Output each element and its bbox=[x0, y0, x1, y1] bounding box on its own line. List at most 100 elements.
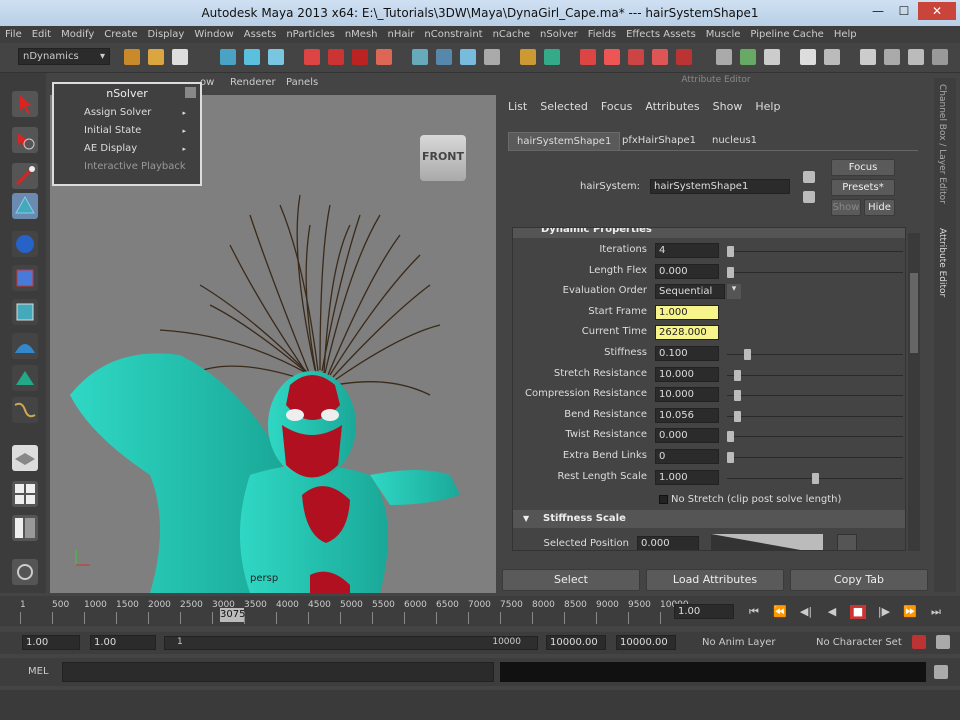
current-frame-field[interactable]: 1.00 bbox=[674, 604, 734, 619]
tab-nucleus1[interactable]: nucleus1 bbox=[704, 132, 765, 150]
time-slider[interactable]: 1 500 1000 1500 2000 2500 3000 3500 4000 4500 5000… bbox=[0, 596, 960, 626]
attr-slider-knob[interactable] bbox=[733, 390, 741, 402]
tool-settings-icon[interactable] bbox=[824, 49, 840, 65]
close-button[interactable]: ✕ bbox=[918, 2, 956, 20]
selected-position-field[interactable]: 0.000 bbox=[637, 536, 699, 550]
rotate-tool-icon[interactable] bbox=[12, 231, 38, 257]
menu-item-interactive-playback[interactable]: Interactive Playback bbox=[54, 158, 200, 176]
menu-item-assign-solver[interactable]: Assign Solver ▸ bbox=[54, 104, 200, 122]
magnet-icon[interactable] bbox=[580, 49, 596, 65]
menu-nmesh[interactable]: nMesh bbox=[340, 26, 383, 43]
close-icon[interactable] bbox=[185, 87, 196, 98]
shelf-options-icon[interactable] bbox=[932, 49, 948, 65]
current-time-marker[interactable]: 3075 bbox=[220, 608, 245, 622]
show-manipulator-icon[interactable] bbox=[12, 365, 38, 391]
select-hierarchy-icon[interactable] bbox=[220, 49, 236, 65]
snap-grid-icon[interactable] bbox=[304, 49, 320, 65]
construction-history-icon[interactable] bbox=[436, 49, 452, 65]
attr-slider-knob[interactable] bbox=[733, 369, 741, 381]
four-view-layout-icon[interactable] bbox=[12, 481, 38, 507]
attribute-editor-toggle-icon[interactable] bbox=[800, 49, 816, 65]
attr-slider-track[interactable] bbox=[727, 395, 903, 397]
ae-menu-focus[interactable]: Focus bbox=[601, 100, 632, 113]
attr-slider-track[interactable] bbox=[727, 271, 903, 273]
attr-field[interactable]: 0.000 bbox=[655, 263, 719, 279]
go-input-icon[interactable] bbox=[803, 171, 815, 183]
attr-field[interactable]: 0.000 bbox=[655, 428, 719, 444]
menu-edit[interactable]: Edit bbox=[27, 26, 56, 43]
attr-field[interactable]: 0.100 bbox=[655, 346, 719, 361]
playback-end-field[interactable]: 10000.00 bbox=[546, 635, 606, 650]
layer-editor-icon[interactable] bbox=[884, 49, 900, 65]
attribute-scroll-area[interactable]: Dynamic Properties Iterations 4 Length Fle… bbox=[512, 227, 906, 551]
universal-manipulator-icon[interactable] bbox=[12, 299, 38, 325]
attr-field[interactable]: 0 bbox=[655, 449, 719, 464]
render-settings-icon[interactable] bbox=[652, 49, 668, 65]
save-scene-icon[interactable] bbox=[172, 49, 188, 65]
outliner-layout-icon[interactable] bbox=[12, 515, 38, 541]
attr-field[interactable]: 4 bbox=[655, 243, 719, 258]
section-stiffness-scale[interactable]: ▼ Stiffness Scale bbox=[513, 510, 905, 528]
mel-input[interactable] bbox=[62, 662, 494, 682]
side-tab-channel-box[interactable]: Channel Box / Layer Editor bbox=[937, 84, 947, 204]
copy-tab-button[interactable]: Copy Tab bbox=[790, 569, 928, 591]
attr-slider-knob[interactable] bbox=[744, 349, 751, 360]
minimize-button[interactable]: — bbox=[866, 2, 890, 20]
menu-modify[interactable]: Modify bbox=[56, 26, 99, 43]
soft-mod-tool-icon[interactable] bbox=[12, 333, 38, 359]
select-object-icon[interactable] bbox=[244, 49, 260, 65]
attr-field[interactable]: 2628.000 bbox=[655, 325, 719, 341]
go-to-end-icon[interactable]: ⏭ bbox=[928, 605, 944, 619]
range-slider-bar[interactable]: 1 10000 bbox=[164, 636, 538, 650]
auto-key-icon[interactable] bbox=[912, 635, 926, 649]
ae-menu-selected[interactable]: Selected bbox=[540, 100, 588, 113]
attr-slider-knob[interactable] bbox=[727, 431, 734, 443]
outliner-icon[interactable] bbox=[764, 49, 780, 65]
scale-tool-icon[interactable] bbox=[12, 265, 38, 291]
chevron-down-icon[interactable]: ▾ bbox=[727, 284, 741, 300]
new-scene-icon[interactable] bbox=[124, 49, 140, 65]
move-tool-icon[interactable] bbox=[12, 193, 38, 219]
render-icon[interactable] bbox=[460, 49, 476, 65]
stop-icon[interactable]: ■ bbox=[850, 605, 866, 619]
attribute-scrollbar[interactable] bbox=[908, 233, 920, 551]
show-button[interactable]: Show bbox=[831, 199, 861, 216]
menu-item-initial-state[interactable]: Initial State ▸ bbox=[54, 122, 200, 140]
preferences-icon[interactable] bbox=[936, 635, 950, 649]
snap-plane-icon[interactable] bbox=[376, 49, 392, 65]
menu-fields[interactable]: Fields bbox=[583, 26, 621, 43]
character-set-selector[interactable]: No Character Set bbox=[816, 637, 902, 648]
ipr-render-icon[interactable] bbox=[628, 49, 644, 65]
scene-layout-icon[interactable] bbox=[12, 559, 38, 585]
ae-menu-list[interactable]: List bbox=[508, 100, 527, 113]
view-cube[interactable]: FRONT bbox=[420, 135, 466, 181]
viewport-menu-show[interactable]: ow bbox=[200, 77, 214, 88]
menu-item-ae-display[interactable]: AE Display ▸ bbox=[54, 140, 200, 158]
menu-effects-assets[interactable]: Effects Assets bbox=[621, 26, 701, 43]
menu-assets[interactable]: Assets bbox=[239, 26, 282, 43]
step-forward-key-icon[interactable]: ⏩ bbox=[902, 605, 918, 619]
script-editor-icon[interactable] bbox=[934, 665, 948, 679]
load-attributes-button[interactable]: Load Attributes bbox=[646, 569, 784, 591]
maximize-button[interactable]: ☐ bbox=[892, 2, 916, 20]
snap-point-icon[interactable] bbox=[352, 49, 368, 65]
help-icon[interactable] bbox=[484, 49, 500, 65]
channel-box-icon[interactable] bbox=[860, 49, 876, 65]
section-dynamic-properties[interactable]: Dynamic Properties bbox=[513, 228, 905, 238]
viewport-menu-panels[interactable]: Panels bbox=[286, 77, 318, 88]
attr-field[interactable]: 1.000 bbox=[655, 469, 719, 485]
go-to-start-icon[interactable]: ⏮ bbox=[746, 605, 762, 619]
menu-create[interactable]: Create bbox=[99, 26, 142, 43]
select-component-icon[interactable] bbox=[268, 49, 284, 65]
menu-ncache[interactable]: nCache bbox=[488, 26, 535, 43]
menu-muscle[interactable]: Muscle bbox=[701, 26, 746, 43]
menu-window[interactable]: Window bbox=[189, 26, 238, 43]
attr-slider-track[interactable] bbox=[727, 415, 903, 417]
menu-display[interactable]: Display bbox=[142, 26, 189, 43]
anim-end-field[interactable]: 10000.00 bbox=[616, 635, 676, 650]
menu-pipeline-cache[interactable]: Pipeline Cache bbox=[745, 26, 828, 43]
layout-icon[interactable] bbox=[740, 49, 756, 65]
menu-nconstraint[interactable]: nConstraint bbox=[419, 26, 487, 43]
select-button[interactable]: Select bbox=[502, 569, 640, 591]
step-forward-frame-icon[interactable]: |▶ bbox=[876, 605, 892, 619]
